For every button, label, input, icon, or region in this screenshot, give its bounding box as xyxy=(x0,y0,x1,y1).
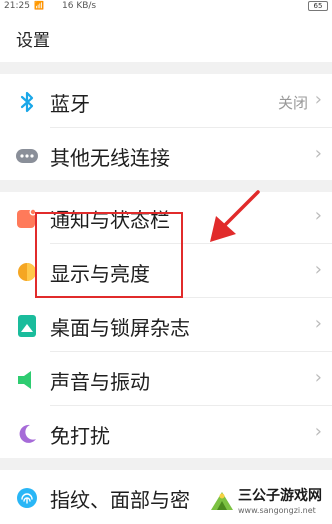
status-time: 21:25 xyxy=(4,1,30,11)
chevron-right-icon: › xyxy=(314,89,322,110)
section-divider xyxy=(0,458,332,470)
row-label: 桌面与锁屏杂志 xyxy=(50,316,190,340)
settings-row-dnd[interactable]: 免打扰 › xyxy=(0,406,332,460)
settings-row-sound[interactable]: 声音与振动 › xyxy=(0,352,332,406)
chevron-right-icon: › xyxy=(314,143,322,164)
bluetooth-status: 关闭 xyxy=(277,94,308,112)
chevron-right-icon: › xyxy=(314,259,322,280)
chevron-right-icon: › xyxy=(314,421,322,442)
row-label: 指纹、面部与密 xyxy=(50,488,190,512)
sound-icon xyxy=(16,369,38,391)
network-speed: 16 KB/s xyxy=(62,1,97,11)
settings-row-wireless[interactable]: 其他无线连接 › xyxy=(0,128,332,182)
moon-icon xyxy=(16,423,38,445)
row-label: 其他无线连接 xyxy=(50,146,170,170)
row-label: 免打扰 xyxy=(50,424,110,448)
bluetooth-icon xyxy=(16,91,38,113)
chevron-right-icon: › xyxy=(314,205,322,226)
annotation-highlight-box xyxy=(35,212,183,298)
watermark: 三公子游戏网 www.sangongzi.net xyxy=(204,482,330,522)
wifi-icon: 📶 xyxy=(34,1,44,10)
annotation-arrow-icon xyxy=(210,190,260,242)
section-divider xyxy=(0,62,332,74)
row-label: 蓝牙 xyxy=(50,92,90,116)
desktop-icon xyxy=(16,315,38,337)
chevron-right-icon: › xyxy=(314,367,322,388)
chevron-right-icon: › xyxy=(314,313,322,334)
row-label: 声音与振动 xyxy=(50,370,150,394)
settings-row-bluetooth[interactable]: 蓝牙 关闭 › xyxy=(0,74,332,128)
battery-icon: 65 xyxy=(308,1,328,11)
settings-row-desktop[interactable]: 桌面与锁屏杂志 › xyxy=(0,298,332,352)
watermark-logo-icon xyxy=(211,492,233,510)
status-bar: 21:25 📶 16 KB/s 65 xyxy=(0,0,332,14)
watermark-url: www.sangongzi.net xyxy=(238,506,316,515)
fingerprint-icon xyxy=(16,487,38,509)
more-dots-icon xyxy=(16,145,38,167)
page-title: 设置 xyxy=(16,31,50,51)
watermark-title: 三公子游戏网 xyxy=(238,488,322,504)
